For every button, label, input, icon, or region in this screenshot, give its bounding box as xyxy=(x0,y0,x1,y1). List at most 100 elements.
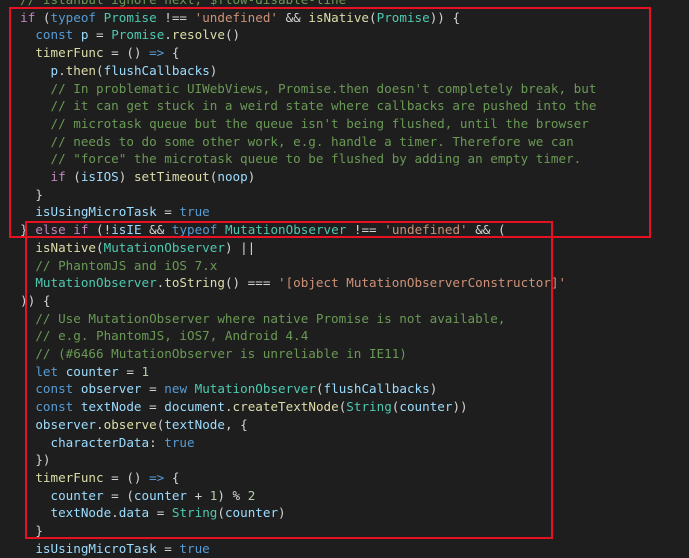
code-line: // Use MutationObserver where native Pro… xyxy=(5,310,505,328)
code-token: ) || xyxy=(224,239,256,255)
code-token: ( xyxy=(96,62,104,78)
code-token: = ( xyxy=(103,487,134,503)
code-token: = xyxy=(156,204,180,220)
code-token: !== xyxy=(346,222,385,238)
code-token: resolve xyxy=(171,27,225,43)
code-token: . xyxy=(96,416,104,432)
code-token: counter xyxy=(133,487,187,503)
code-line: observer.observe(textNode, { xyxy=(5,416,248,434)
code-token: () xyxy=(224,27,241,43)
code-token: let xyxy=(35,363,59,379)
code-token: ( xyxy=(65,169,81,184)
code-token: 1 xyxy=(141,363,150,379)
code-token: true xyxy=(179,204,210,220)
code-line: if (typeof Promise !== 'undefined' && is… xyxy=(5,9,460,27)
code-token: ) xyxy=(278,505,286,521)
code-line: // "force" the microtask queue to be flu… xyxy=(5,150,582,168)
code-token: textNode xyxy=(50,505,112,521)
code-token: '[object MutationObserverConstructor]' xyxy=(278,275,567,291)
code-token: ) % xyxy=(217,487,248,503)
code-token: ) xyxy=(118,169,134,184)
code-token: = xyxy=(88,27,112,43)
code-token: ( xyxy=(315,381,324,397)
code-token: MutationObserver xyxy=(35,275,157,291)
code-token: } xyxy=(35,523,43,538)
code-token: = xyxy=(118,363,142,379)
code-line: timerFunc = () => { xyxy=(5,469,179,487)
code-token: data xyxy=(118,505,150,521)
code-line: )) { xyxy=(5,292,51,310)
code-token: Promise xyxy=(111,27,165,43)
code-token: document xyxy=(164,399,225,415)
code-line: // PhantomJS and iOS 7.x xyxy=(5,257,217,275)
code-line: isUsingMicroTask = true xyxy=(5,203,210,221)
code-token: typeof xyxy=(50,9,97,25)
code-token: && xyxy=(278,9,309,25)
code-token: MutationObserver xyxy=(224,222,347,238)
code-token: setTimeout xyxy=(133,169,210,184)
code-line: // (#6466 MutationObserver is unreliable… xyxy=(5,345,407,363)
code-token: true xyxy=(164,434,195,450)
code-line: isUsingMicroTask = true xyxy=(5,540,209,558)
code-token: observer xyxy=(80,381,142,397)
code-token: 2 xyxy=(247,487,256,503)
code-token: counter xyxy=(224,505,279,521)
code-token: observe xyxy=(103,416,157,432)
code-line: isNative(MutationObserver) || xyxy=(5,239,255,257)
code-token: isUsingMicroTask xyxy=(35,204,157,220)
code-token: }) xyxy=(35,452,51,468)
code-token: . xyxy=(58,62,66,78)
code-line: // needs to do some other work, e.g. han… xyxy=(5,133,574,151)
code-token: 'undefined' xyxy=(384,222,468,238)
code-line: let counter = 1 xyxy=(5,363,149,381)
code-token: // In problematic UIWebViews, Promise.th… xyxy=(50,80,597,96)
code-line: // microtask queue but the queue isn't b… xyxy=(5,115,589,133)
code-token: => xyxy=(149,469,165,485)
code-token: , { xyxy=(224,416,248,432)
code-token: counter xyxy=(399,399,453,415)
code-line: } xyxy=(5,186,43,204)
code-token: noop xyxy=(217,169,248,184)
code-token: // e.g. PhantomJS, iOS7, Android 4.4 xyxy=(35,328,309,344)
code-token: )) { xyxy=(429,9,461,25)
code-token: { xyxy=(164,45,180,61)
code-token: isIOS xyxy=(80,169,119,184)
code-token: // (#6466 MutationObserver is unreliable… xyxy=(35,346,407,361)
code-token: isNative xyxy=(308,9,370,25)
code-token: isIE xyxy=(111,222,142,238)
code-token: ( xyxy=(35,9,51,25)
code-token: // Use MutationObserver where native Pro… xyxy=(35,310,506,326)
code-token: = xyxy=(156,540,180,556)
code-token: // microtask queue but the queue isn't b… xyxy=(50,115,589,131)
code-token: ( xyxy=(217,505,225,521)
code-token: )) { xyxy=(20,292,51,308)
code-editor[interactable]: // istanbul ignore next, $flow-disable-l… xyxy=(0,0,689,558)
code-line: // e.g. PhantomJS, iOS7, Android 4.4 xyxy=(5,327,308,345)
code-token: = () xyxy=(103,469,150,485)
code-token: flushCallbacks xyxy=(323,381,430,397)
code-line: // In problematic UIWebViews, Promise.th… xyxy=(5,80,597,98)
code-token: isUsingMicroTask xyxy=(35,540,157,556)
code-token: 'undefined' xyxy=(194,9,279,25)
code-token: Promise xyxy=(103,9,157,25)
code-line: } else if (!isIE && typeof MutationObser… xyxy=(5,221,505,239)
